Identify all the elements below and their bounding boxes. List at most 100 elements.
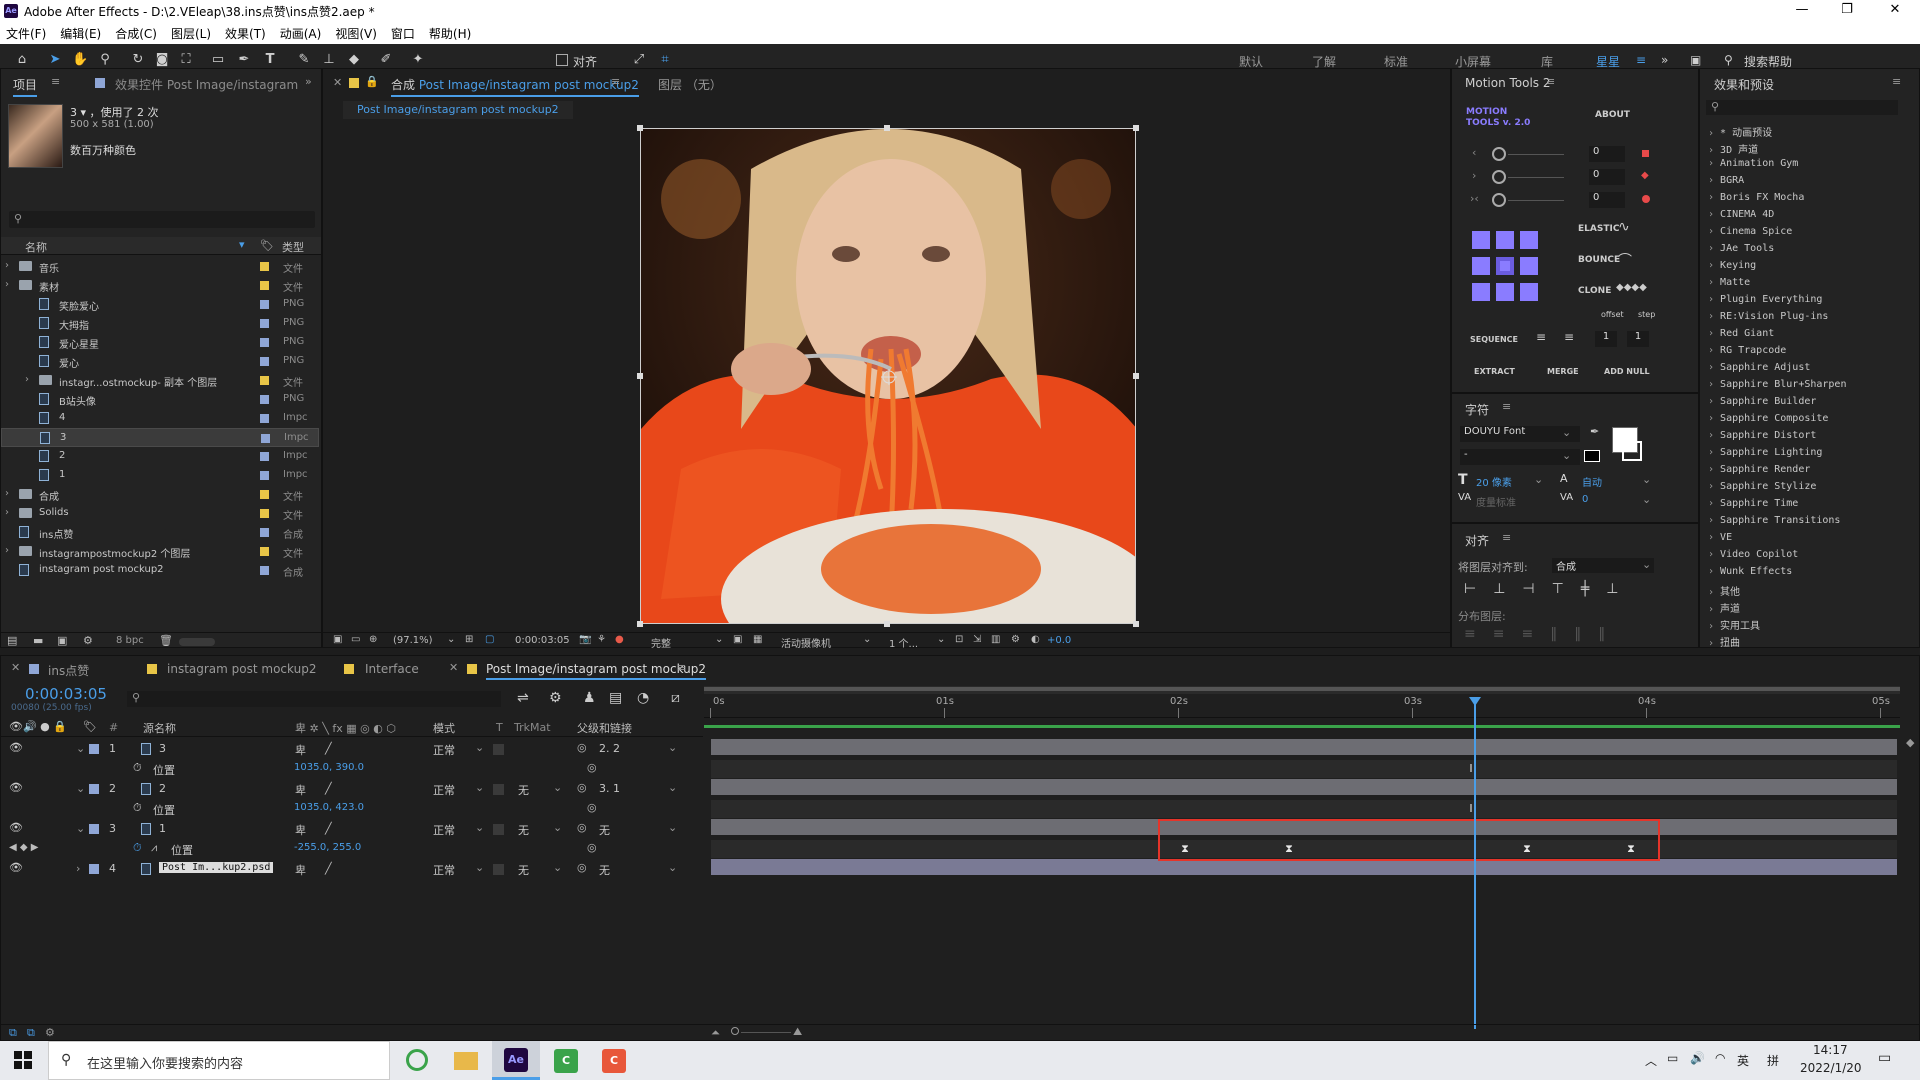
property-row[interactable]: ◀ ◆ ▶ ⏱ ⩘ 位置 -255.0, 255.0 ◎ <box>1 840 703 860</box>
effects-category[interactable]: › Wunk Effects <box>1708 566 1792 577</box>
layer-name[interactable]: 2 <box>159 782 166 795</box>
menu-view[interactable]: 视图(V) <box>335 25 377 42</box>
mode-chevron-icon[interactable]: ⌄ <box>475 821 484 834</box>
label-color-swatch[interactable] <box>260 528 269 537</box>
ease-in-track[interactable] <box>1508 154 1564 155</box>
effects-category[interactable]: › Keying <box>1708 260 1756 271</box>
parent-chevron-icon[interactable]: ⌄ <box>668 821 677 834</box>
tray-battery-icon[interactable]: ▭ <box>1667 1051 1678 1065</box>
expand-arrow-icon[interactable]: › <box>1708 396 1720 407</box>
label-color-swatch[interactable] <box>260 509 269 518</box>
project-item[interactable]: › 合成 文件 <box>1 485 319 504</box>
column-type[interactable]: 类型 <box>282 239 304 255</box>
effects-category[interactable]: › JAe Tools <box>1708 243 1774 254</box>
about-button[interactable]: ABOUT <box>1595 110 1630 120</box>
mode-chevron-icon[interactable]: ⌄ <box>475 741 484 754</box>
label-color-swatch[interactable] <box>260 319 269 328</box>
project-item[interactable]: 爱心星星 PNG <box>1 333 319 352</box>
effects-category[interactable]: › Animation Gym <box>1708 158 1798 169</box>
brush-tool-icon[interactable]: ✎ <box>296 52 312 68</box>
selection-tool-icon[interactable]: ➤ <box>47 52 63 68</box>
font-size-value[interactable]: 20 像素 <box>1476 474 1512 489</box>
ease-in-value[interactable]: 0 <box>1589 146 1625 162</box>
parent-chevron-icon[interactable]: ⌄ <box>668 861 677 874</box>
offset-input[interactable]: 1 <box>1595 331 1617 347</box>
collapse-switch-icon[interactable]: 卑 <box>295 862 306 878</box>
mode-header[interactable]: 模式 <box>433 720 455 736</box>
expand-arrow-icon[interactable]: › <box>1708 379 1720 390</box>
quality-switch-icon[interactable]: ╱ <box>325 862 332 875</box>
effects-category[interactable]: › Plugin Everything <box>1708 294 1822 305</box>
label-color-swatch[interactable] <box>260 357 269 366</box>
stopwatch-icon[interactable]: ⏱ <box>133 761 142 775</box>
label-color-swatch[interactable] <box>260 281 269 290</box>
project-item[interactable]: 3 Impc <box>1 428 319 447</box>
eyedropper-icon[interactable]: ✒ <box>1590 425 1599 438</box>
effects-category[interactable]: › Sapphire Render <box>1708 464 1810 475</box>
ease-out-keyframe-icon[interactable]: ◆ <box>1641 170 1649 181</box>
preserve-transparency-checkbox[interactable] <box>493 864 504 875</box>
menu-edit[interactable]: 编辑(E) <box>60 25 101 42</box>
work-area-bar[interactable] <box>704 686 1900 694</box>
anchor-bottom-left[interactable] <box>1472 283 1490 301</box>
shy-icon[interactable]: ♟ <box>583 690 596 706</box>
comp-breadcrumb[interactable]: Post Image/instagram post mockup2 <box>343 101 573 119</box>
expand-arrow-icon[interactable]: › <box>1708 566 1720 577</box>
tray-chevron-icon[interactable]: ︿ <box>1645 1052 1657 1069</box>
property-value[interactable]: 1035.0, 423.0 <box>294 802 364 813</box>
expand-arrow-icon[interactable]: › <box>5 260 9 271</box>
bbox-handle-tm[interactable] <box>884 125 890 131</box>
tracking-chevron-icon[interactable]: ⌄ <box>1642 493 1651 506</box>
effects-category[interactable]: › Sapphire Blur+Sharpen <box>1708 379 1846 390</box>
trkmat-dropdown[interactable]: 无 <box>518 862 529 878</box>
zoom-dropdown[interactable]: (97.1%) <box>393 635 433 646</box>
ease-in-knob[interactable] <box>1492 147 1506 161</box>
bbox-handle-br[interactable] <box>1133 621 1139 627</box>
align-left-icon[interactable]: ⊢ <box>1464 581 1493 597</box>
project-item[interactable]: 1 Impc <box>1 466 319 485</box>
taskbar-search-box[interactable]: ⚲ 在这里输入你要搜索的内容 <box>48 1041 390 1080</box>
clock-time[interactable]: 14:17 <box>1813 1043 1848 1057</box>
always-preview-icon[interactable]: ▣ <box>333 634 342 645</box>
effects-category[interactable]: › * 动画预设 <box>1708 124 1772 139</box>
parent-chevron-icon[interactable]: ⌄ <box>668 741 677 754</box>
sort-arrow-icon[interactable]: ▾ <box>239 238 245 251</box>
zoom-slider-knob[interactable] <box>731 1027 739 1035</box>
bbox-handle-ml[interactable] <box>637 373 643 379</box>
bounce-label[interactable]: BOUNCE <box>1578 255 1620 265</box>
bbox-handle-tl[interactable] <box>637 125 643 131</box>
project-item[interactable]: › instagrampostmockup2 个图层 文件 <box>1 542 319 561</box>
character-menu-icon[interactable]: ≡ <box>1502 400 1511 413</box>
bpc-label[interactable]: 8 bpc <box>116 635 144 646</box>
browser-icon[interactable] <box>406 1049 428 1071</box>
twirl-arrow-icon[interactable]: ⌄ <box>76 742 85 755</box>
leading-value[interactable]: 自动 <box>1582 474 1602 489</box>
expand-arrow-icon[interactable]: › <box>1708 532 1720 543</box>
quality-switch-icon[interactable]: ╱ <box>325 822 332 835</box>
effects-category[interactable]: › BGRA <box>1708 175 1744 186</box>
effects-category[interactable]: › VE <box>1708 532 1732 543</box>
quality-dropdown[interactable]: 完整 <box>651 635 671 650</box>
expand-arrow-icon[interactable]: › <box>1708 128 1720 139</box>
distribute-hcenter-icon[interactable]: ‖ <box>1574 626 1598 642</box>
home-icon[interactable]: ⌂ <box>14 52 30 68</box>
lock-icon[interactable]: 🔒 <box>365 75 379 88</box>
property-value[interactable]: 1035.0, 390.0 <box>294 762 364 773</box>
effects-category[interactable]: › 其他 <box>1708 583 1740 598</box>
layer-row[interactable]: 👁 › 4 Post Im...kup2.psd 卑 ╱ 正常 ⌄ 无 ⌄ ◎ 无 ⌄ <box>1 860 703 880</box>
expand-arrow-icon[interactable]: › <box>1708 549 1720 560</box>
expand-arrow-icon[interactable]: › <box>5 507 9 518</box>
clone-stamp-tool-icon[interactable]: ⊥ <box>321 52 337 68</box>
expand-arrow-icon[interactable]: › <box>1708 260 1720 271</box>
align-hcenter-icon[interactable]: ⊥ <box>1493 581 1522 597</box>
expand-arrow-icon[interactable]: › <box>1708 621 1720 632</box>
expand-arrow-icon[interactable]: › <box>1708 362 1720 373</box>
align-menu-icon[interactable]: ≡ <box>1502 531 1511 544</box>
tracking-value[interactable]: 0 <box>1582 494 1588 505</box>
fast-preview-icon[interactable]: ⇲ <box>973 634 981 645</box>
expand-arrow-icon[interactable]: › <box>25 374 29 385</box>
stroke-color-swatch[interactable] <box>1622 441 1642 461</box>
minimize-icon[interactable]: — <box>1782 2 1822 17</box>
bbox-handle-bl[interactable] <box>637 621 643 627</box>
vr-icon[interactable]: ▭ <box>351 634 360 645</box>
